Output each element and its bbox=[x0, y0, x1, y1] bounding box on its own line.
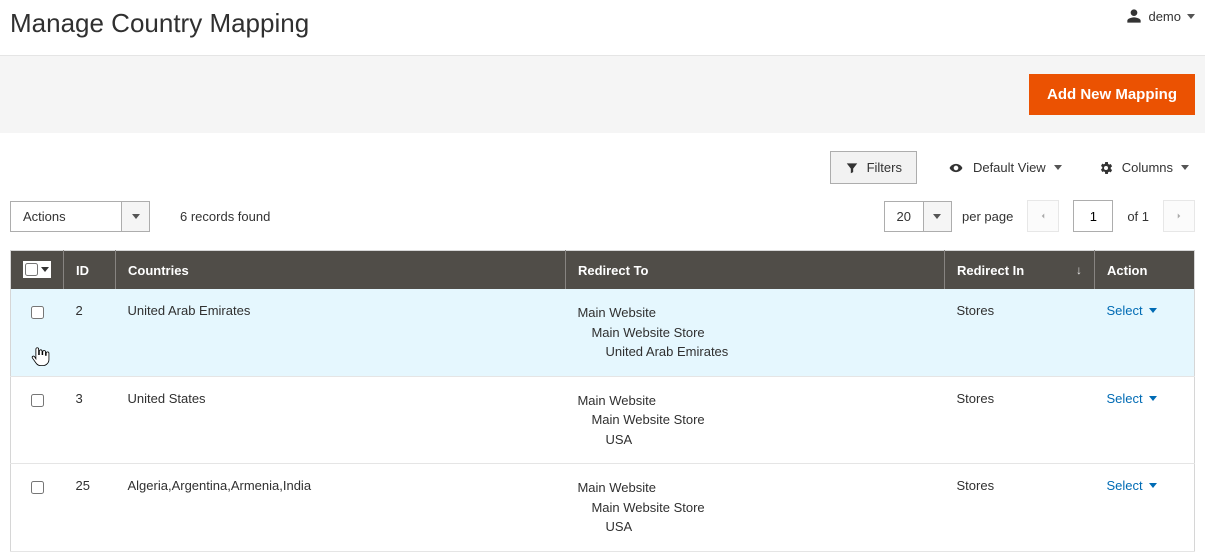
table-row[interactable]: 2 United Arab Emirates Main Website Main… bbox=[11, 289, 1195, 376]
records-found-text: 6 records found bbox=[180, 209, 270, 224]
eye-icon bbox=[947, 161, 965, 175]
filters-label: Filters bbox=[867, 160, 902, 175]
columns-label: Columns bbox=[1122, 160, 1173, 175]
sort-desc-icon: ↓ bbox=[1076, 263, 1082, 277]
row-checkbox[interactable] bbox=[31, 306, 44, 319]
row-checkbox[interactable] bbox=[31, 481, 44, 494]
page-size-select[interactable]: 20 bbox=[884, 201, 952, 232]
chevron-down-icon bbox=[1054, 165, 1062, 170]
columns-button[interactable]: Columns bbox=[1092, 152, 1195, 184]
default-view-button[interactable]: Default View bbox=[941, 152, 1068, 183]
cell-redirect-in: Stores bbox=[945, 464, 1095, 552]
cell-action: Select bbox=[1095, 376, 1195, 464]
page-size-value: 20 bbox=[885, 202, 923, 231]
default-view-label: Default View bbox=[973, 160, 1046, 175]
page-title: Manage Country Mapping bbox=[10, 8, 309, 39]
cell-id: 2 bbox=[64, 289, 116, 376]
cell-countries: United Arab Emirates bbox=[116, 289, 566, 376]
bulk-actions-label: Actions bbox=[11, 202, 121, 231]
add-new-mapping-button[interactable]: Add New Mapping bbox=[1029, 74, 1195, 115]
filters-button[interactable]: Filters bbox=[830, 151, 917, 184]
redirect-in-label: Redirect In bbox=[957, 263, 1024, 278]
bulk-actions-select[interactable]: Actions bbox=[10, 201, 150, 232]
page-of-label: of 1 bbox=[1127, 209, 1149, 224]
cell-redirect-in: Stores bbox=[945, 376, 1095, 464]
table-row[interactable]: 3 United States Main Website Main Websit… bbox=[11, 376, 1195, 464]
chevron-down-icon bbox=[1149, 483, 1157, 488]
cell-id: 25 bbox=[64, 464, 116, 552]
row-action-select[interactable]: Select bbox=[1107, 478, 1157, 493]
cell-countries: United States bbox=[116, 376, 566, 464]
page-size-caret[interactable] bbox=[923, 202, 951, 231]
funnel-icon bbox=[845, 161, 859, 175]
cell-id: 3 bbox=[64, 376, 116, 464]
per-page-label: per page bbox=[962, 209, 1013, 224]
prev-page-button[interactable] bbox=[1027, 200, 1059, 232]
cell-redirect-to: Main Website Main Website Store USA bbox=[565, 376, 944, 464]
col-header-redirect-to[interactable]: Redirect To bbox=[565, 251, 944, 290]
row-action-select[interactable]: Select bbox=[1107, 303, 1157, 318]
chevron-down-icon bbox=[1149, 308, 1157, 313]
row-action-select[interactable]: Select bbox=[1107, 391, 1157, 406]
col-header-checkbox[interactable] bbox=[11, 251, 64, 290]
chevron-down-icon bbox=[41, 267, 49, 272]
col-header-redirect-in[interactable]: Redirect In ↓ bbox=[945, 251, 1095, 290]
col-header-countries[interactable]: Countries bbox=[116, 251, 566, 290]
chevron-down-icon bbox=[1187, 14, 1195, 19]
gear-icon bbox=[1098, 160, 1114, 176]
cell-redirect-in: Stores bbox=[945, 289, 1095, 376]
cell-action: Select bbox=[1095, 464, 1195, 552]
chevron-right-icon bbox=[1174, 210, 1184, 222]
chevron-down-icon bbox=[132, 214, 140, 219]
cell-redirect-to: Main Website Main Website Store United A… bbox=[565, 289, 944, 376]
cell-redirect-to: Main Website Main Website Store USA bbox=[565, 464, 944, 552]
current-page-input[interactable] bbox=[1073, 200, 1113, 232]
chevron-down-icon bbox=[933, 214, 941, 219]
cell-countries: Algeria,Argentina,Armenia,India bbox=[116, 464, 566, 552]
next-page-button[interactable] bbox=[1163, 200, 1195, 232]
col-header-id[interactable]: ID bbox=[64, 251, 116, 290]
user-label: demo bbox=[1148, 9, 1181, 24]
user-menu[interactable]: demo bbox=[1126, 8, 1195, 24]
chevron-left-icon bbox=[1038, 210, 1048, 222]
cell-action: Select bbox=[1095, 289, 1195, 376]
col-header-action: Action bbox=[1095, 251, 1195, 290]
chevron-down-icon bbox=[1149, 396, 1157, 401]
select-all-checkbox[interactable] bbox=[25, 263, 38, 276]
row-checkbox[interactable] bbox=[31, 394, 44, 407]
bulk-actions-caret[interactable] bbox=[121, 202, 149, 231]
mapping-table: ID Countries Redirect To Redirect In ↓ A… bbox=[10, 250, 1195, 552]
chevron-down-icon bbox=[1181, 165, 1189, 170]
user-icon bbox=[1126, 8, 1142, 24]
table-row[interactable]: 25 Algeria,Argentina,Armenia,India Main … bbox=[11, 464, 1195, 552]
